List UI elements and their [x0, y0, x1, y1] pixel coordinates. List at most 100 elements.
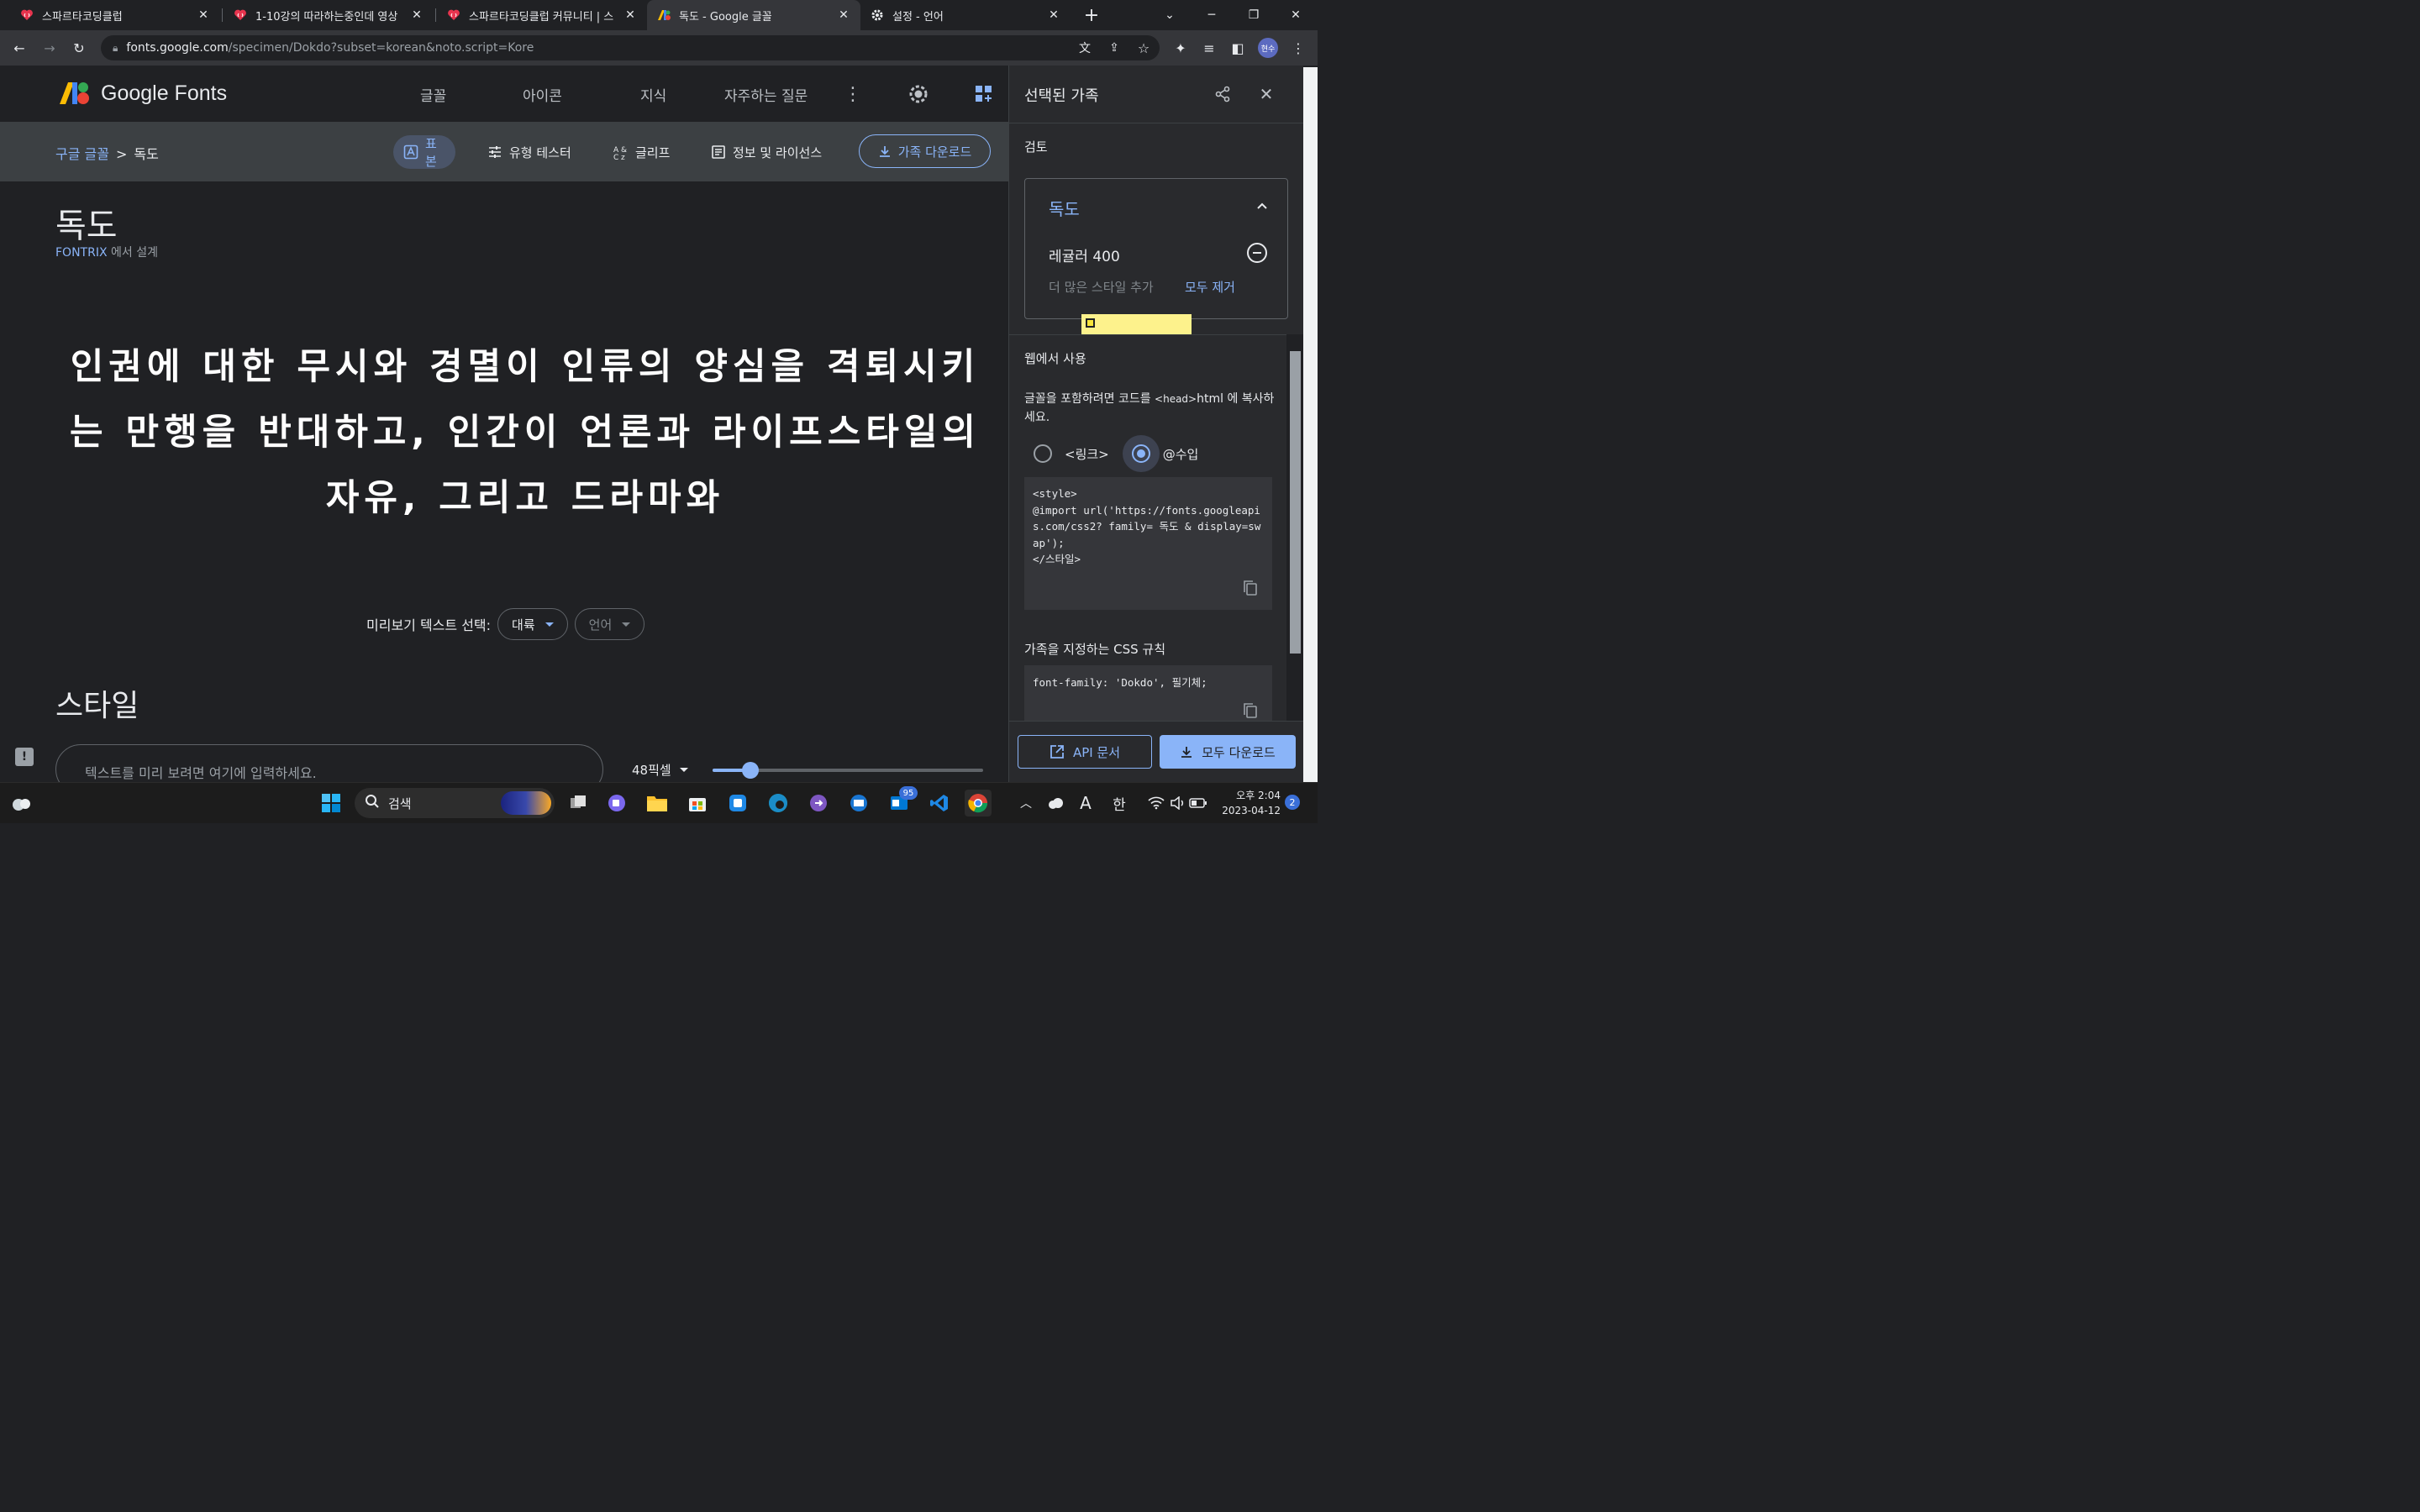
close-drawer-icon[interactable]: ✕ [1255, 82, 1278, 106]
close-tab-icon[interactable]: ✕ [410, 8, 424, 22]
tab-type-tester-label: 유형 테스터 [509, 144, 571, 160]
close-tab-icon[interactable]: ✕ [197, 8, 210, 22]
forward-arrow-icon[interactable]: → [37, 35, 62, 60]
translate-icon[interactable]: 文 [1072, 35, 1097, 60]
head-tag-text: <head> [1155, 393, 1197, 405]
chat-icon[interactable] [603, 790, 630, 816]
dropdown-caret-icon [544, 622, 554, 627]
task-view-icon[interactable] [565, 790, 592, 816]
chevron-up-icon[interactable] [1255, 199, 1269, 216]
taskbar-search[interactable]: 검색 [355, 788, 555, 818]
slider-thumb[interactable] [742, 762, 760, 779]
close-tab-icon[interactable]: ✕ [837, 8, 850, 22]
chrome-menu-icon[interactable]: ⋮ [1286, 35, 1311, 60]
designer-link[interactable]: FONTRIX [55, 246, 108, 260]
drawer-scrollbar[interactable] [1286, 334, 1303, 721]
specimen-icon [403, 144, 418, 160]
tab-spartacoding-community[interactable]: 스파르타코딩클럽 커뮤니티 | 스 ✕ [437, 0, 647, 30]
specimen-subnav: 구글 글꼴 > 독도 표본 유형 테스터 A & Çz 글리프 정보 및 라이선스 가족… [0, 123, 1008, 181]
radio-link-wrapper[interactable] [1024, 435, 1061, 472]
share-icon[interactable]: ⇪ [1102, 35, 1127, 60]
power-automate-icon[interactable] [805, 790, 832, 816]
font-size-slider[interactable] [713, 762, 983, 779]
radio-link-label[interactable]: <링크> [1065, 445, 1109, 463]
minimize-button[interactable]: ─ [1192, 0, 1232, 30]
remove-style-icon[interactable] [1247, 243, 1267, 263]
radio-link[interactable] [1034, 444, 1052, 463]
new-tab-button[interactable]: + [1072, 0, 1111, 30]
weather-cloud-icon[interactable] [8, 790, 35, 816]
onedrive-cloud-icon[interactable] [1042, 790, 1069, 816]
add-more-styles[interactable]: 더 많은 스타일 추가 [1049, 278, 1154, 296]
remove-all-link[interactable]: 모두 제거 [1185, 278, 1235, 296]
copy-icon[interactable] [1242, 702, 1259, 719]
file-explorer-icon[interactable] [644, 790, 671, 816]
type-here-input[interactable]: 텍스트를 미리 보려면 여기에 입력하세요. [55, 744, 603, 782]
nav-icons[interactable]: 아이콘 [523, 84, 562, 105]
brightness-icon[interactable] [907, 82, 930, 106]
radio-import[interactable] [1131, 444, 1150, 463]
battery-icon[interactable] [1185, 790, 1212, 816]
tab-about-license[interactable]: 정보 및 라이선스 [701, 135, 832, 169]
vscode-icon[interactable] [926, 790, 953, 816]
tab-settings-language[interactable]: 설정 - 언어 ✕ [860, 0, 1071, 30]
nav-knowledge[interactable]: 지식 [640, 84, 666, 105]
page-scrollbar[interactable] [1303, 67, 1318, 782]
download-all-button[interactable]: 모두 다운로드 [1160, 735, 1296, 769]
media-queue-icon[interactable]: ≡ [1197, 35, 1222, 60]
preview-text-dropdown[interactable]: 대륙 [497, 608, 568, 640]
breadcrumb-root-link[interactable]: 구글 글꼴 [55, 146, 109, 162]
reload-icon[interactable]: ↻ [66, 35, 92, 60]
selected-families-grid-icon[interactable] [972, 82, 996, 106]
tab-search-chevron-icon[interactable]: ⌄ [1150, 0, 1190, 30]
radio-import-label[interactable]: @수입 [1163, 445, 1199, 463]
sparta-favicon-icon [447, 8, 460, 22]
download-family-button[interactable]: 가족 다운로드 [859, 134, 991, 168]
chrome-taskbar-icon[interactable] [965, 790, 992, 816]
calculator-app-icon[interactable] [724, 790, 751, 816]
ime-alpha-indicator[interactable]: A [1072, 790, 1099, 816]
back-arrow-icon[interactable]: ← [7, 35, 32, 60]
tab-spartacoding[interactable]: 스파르타코딩클럽 ✕ [10, 0, 220, 30]
language-dropdown[interactable]: 언어 [574, 608, 645, 640]
system-clock[interactable]: 오후 2:04 2023-04-12 [1217, 788, 1281, 818]
tab-glyphs[interactable]: A & Çz 글리프 [603, 135, 680, 169]
microsoft-store-icon[interactable] [684, 790, 711, 816]
import-code-block[interactable]: <style> @import url('https://fonts.googl… [1024, 477, 1272, 610]
address-bar[interactable]: 🔒︎ fonts.google.com/specimen/Dokdo?subse… [101, 35, 1160, 60]
font-size-dropdown[interactable]: 48픽셀 [632, 761, 688, 779]
nav-faq[interactable]: 자주하는 질문 [724, 84, 808, 105]
tab-type-tester[interactable]: 유형 테스터 [477, 135, 581, 169]
tab-specimen[interactable]: 표본 [393, 135, 455, 169]
drawer-title: 선택된 가족 [1024, 87, 1099, 105]
nav-fonts[interactable]: 글꼴 [420, 84, 446, 105]
edge-browser-icon[interactable] [765, 790, 792, 816]
radio-import-wrapper[interactable] [1122, 435, 1160, 472]
windows-start-icon[interactable] [318, 790, 345, 816]
extensions-puzzle-icon[interactable]: ✦ [1168, 35, 1193, 60]
api-docs-button[interactable]: API 문서 [1018, 735, 1152, 769]
share-icon[interactable] [1211, 82, 1234, 106]
family-name[interactable]: 독도 [1049, 196, 1080, 220]
remote-desktop-icon[interactable] [845, 790, 872, 816]
restore-button[interactable]: ❐ [1234, 0, 1274, 30]
chevron-up-icon[interactable]: ︿ [1013, 790, 1039, 816]
feedback-icon[interactable]: ! [15, 748, 34, 766]
tab-lecture-question[interactable]: 1-10강의 따라하는중인데 영상 ✕ [224, 0, 434, 30]
copy-icon[interactable] [1242, 580, 1259, 596]
close-window-button[interactable]: ✕ [1276, 0, 1316, 30]
close-tab-icon[interactable]: ✕ [1047, 8, 1060, 22]
css-rules-heading: 가족을 지정하는 CSS 규칙 [1024, 642, 1166, 657]
google-fonts-logo[interactable]: Google Fonts [59, 81, 227, 106]
side-panel-icon[interactable]: ◧ [1225, 35, 1250, 60]
tab-google-fonts-dokdo[interactable]: 독도 - Google 글꼴 ✕ [647, 0, 860, 30]
ime-hangul-indicator[interactable]: 한 [1106, 790, 1133, 816]
notification-center-badge[interactable]: 2 [1285, 795, 1300, 810]
scrollbar-thumb[interactable] [1290, 351, 1301, 654]
css-rule-code-block[interactable]: font-family: 'Dokdo', 필기체; [1024, 665, 1272, 724]
more-vert-icon[interactable]: ⋮ [841, 82, 865, 106]
close-tab-icon[interactable]: ✕ [623, 8, 637, 22]
profile-avatar[interactable]: 현수 [1258, 38, 1278, 58]
tab-title: 스파르타코딩클럽 [42, 10, 123, 24]
bookmark-star-icon[interactable]: ☆ [1131, 35, 1156, 60]
